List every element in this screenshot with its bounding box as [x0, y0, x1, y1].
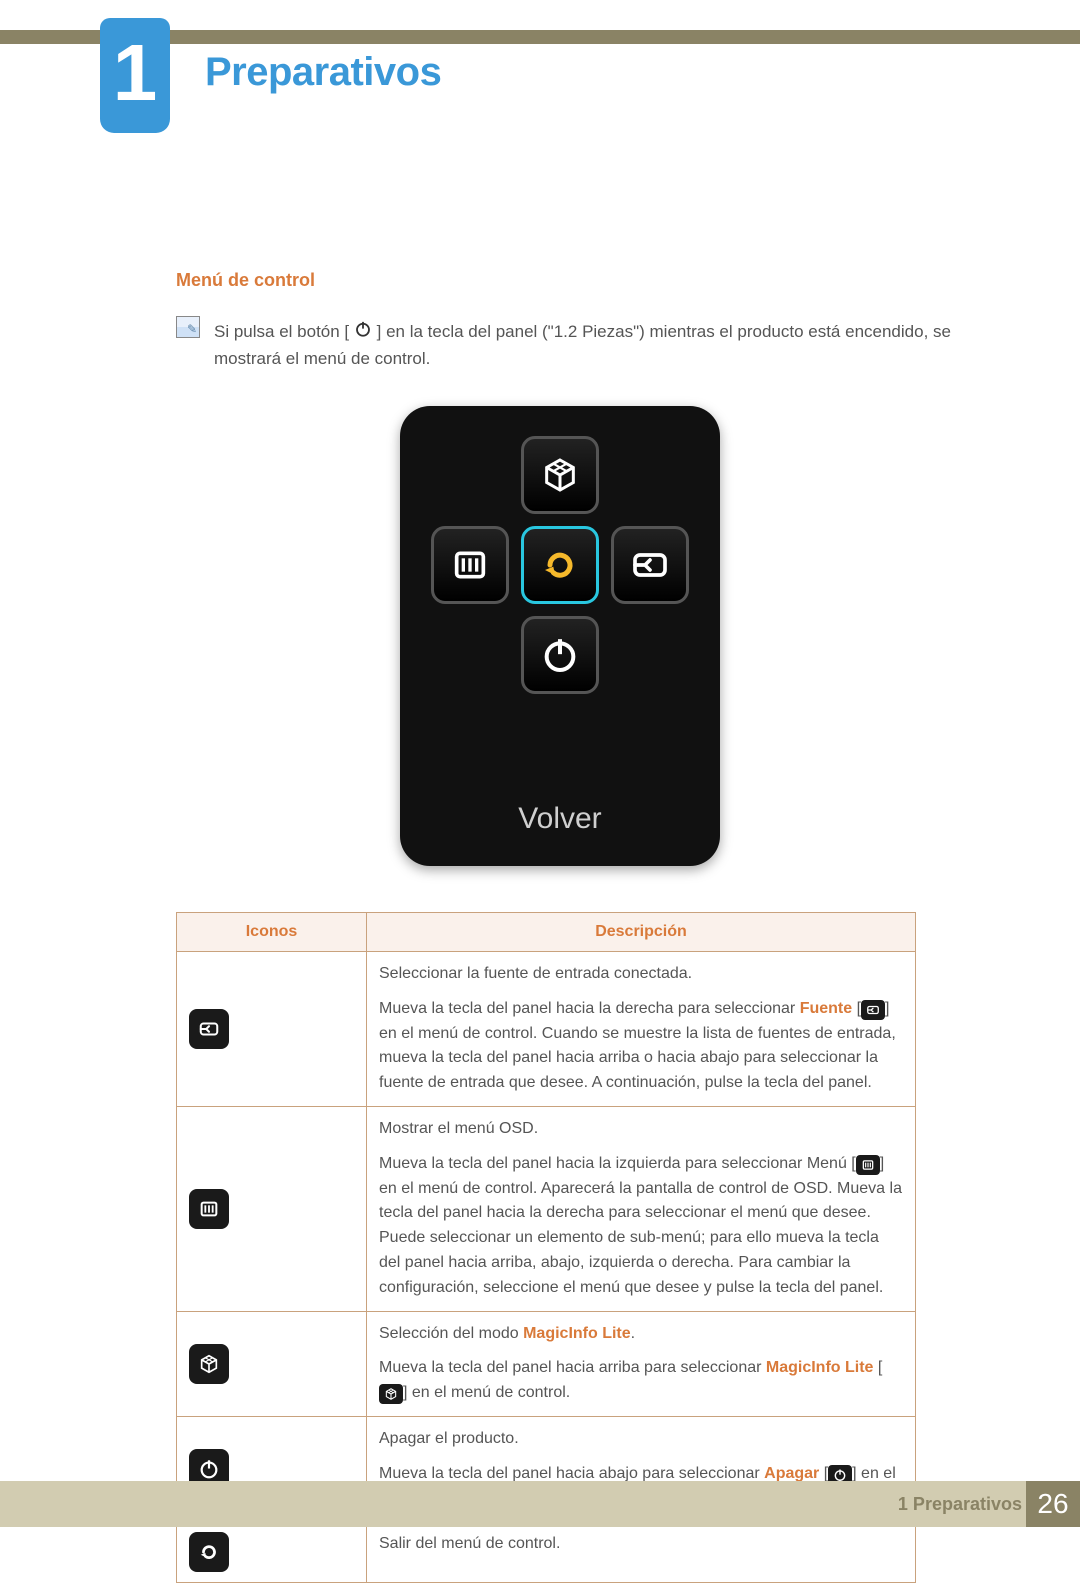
control-menu-cube-button[interactable] — [521, 436, 599, 514]
source-icon — [189, 1009, 229, 1049]
control-menu-power-button[interactable] — [521, 616, 599, 694]
table-row: Selección del modo MagicInfo Lite. Mueva… — [177, 1311, 916, 1416]
page-title: Preparativos — [205, 50, 441, 95]
icon-cell-return — [177, 1522, 367, 1583]
page-footer: 1 Preparativos 26 — [0, 1481, 1080, 1527]
source-icon — [861, 1000, 885, 1020]
th-desc: Descripción — [367, 913, 916, 952]
desc-p1: Apagar el producto. — [379, 1427, 903, 1452]
note-icon: ✎ — [176, 316, 200, 338]
return-icon — [540, 545, 580, 585]
menu-icon — [189, 1189, 229, 1229]
th-icons: Iconos — [177, 913, 367, 952]
note-text-a: Si pulsa el botón [ — [214, 322, 349, 341]
section-title: Menú de control — [176, 270, 315, 291]
cube-icon — [189, 1344, 229, 1384]
chapter-tab: 1 — [100, 18, 170, 133]
note-paragraph: Si pulsa el botón [ ] en la tecla del pa… — [214, 318, 960, 372]
cube-icon — [540, 455, 580, 495]
menu-icon — [856, 1155, 880, 1175]
desc-p1: Mostrar el menú OSD. — [379, 1117, 903, 1142]
device-label: Volver — [400, 802, 720, 836]
desc-p1: Seleccionar la fuente de entrada conecta… — [379, 962, 903, 987]
source-icon — [630, 545, 670, 585]
control-menu-device: Volver — [400, 406, 720, 866]
power-icon — [354, 320, 372, 338]
footer-page-number: 26 — [1026, 1481, 1080, 1527]
control-menu-return-button[interactable] — [521, 526, 599, 604]
desc-p1: Selección del modo MagicInfo Lite. — [379, 1322, 903, 1347]
footer-label: 1 Preparativos — [898, 1494, 1022, 1515]
power-icon — [540, 635, 580, 675]
chapter-number: 1 — [113, 33, 158, 113]
icon-cell-cube — [177, 1311, 367, 1416]
desc-cell: Seleccionar la fuente de entrada conecta… — [367, 952, 916, 1107]
desc-p2: Mueva la tecla del panel hacia la izquie… — [379, 1152, 903, 1301]
menu-icon — [450, 545, 490, 585]
control-menu-grid — [400, 436, 720, 694]
table-row: Mostrar el menú OSD. Mueva la tecla del … — [177, 1106, 916, 1311]
cube-icon — [379, 1384, 403, 1404]
desc-p2: Mueva la tecla del panel hacia la derech… — [379, 997, 903, 1096]
desc-cell: Selección del modo MagicInfo Lite. Mueva… — [367, 1311, 916, 1416]
icon-cell-source — [177, 952, 367, 1107]
desc-p2: Mueva la tecla del panel hacia arriba pa… — [379, 1356, 903, 1406]
table-row: Salir del menú de control. — [177, 1522, 916, 1583]
control-menu-osd-button[interactable] — [431, 526, 509, 604]
desc-cell: Salir del menú de control. — [367, 1522, 916, 1583]
table-row: Seleccionar la fuente de entrada conecta… — [177, 952, 916, 1107]
icon-cell-menu — [177, 1106, 367, 1311]
return-icon — [189, 1532, 229, 1572]
desc-cell: Mostrar el menú OSD. Mueva la tecla del … — [367, 1106, 916, 1311]
control-menu-source-button[interactable] — [611, 526, 689, 604]
desc-p1: Salir del menú de control. — [379, 1532, 903, 1557]
